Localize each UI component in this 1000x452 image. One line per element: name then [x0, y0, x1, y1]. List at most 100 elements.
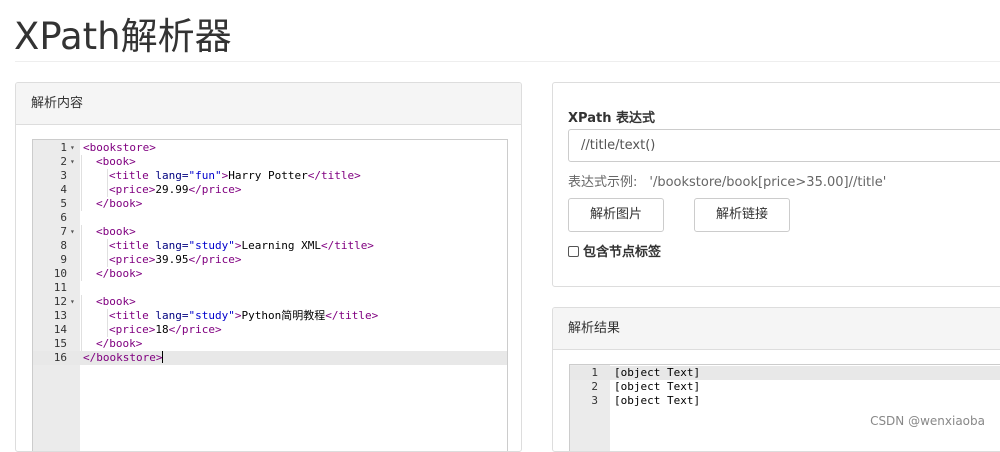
indent-guide — [81, 267, 82, 281]
code-line[interactable]: 8 <title lang="study">Learning XML</title… — [33, 239, 507, 253]
line-number: 16 — [53, 351, 67, 364]
code-token: </title> — [320, 239, 374, 252]
parse-links-button[interactable]: 解析链接 — [694, 198, 790, 232]
xml-code-editor[interactable]: 1 ▾ <bookstore> 2 ▾ <book> 3 <title lang="fun">… — [32, 139, 508, 451]
code-line[interactable]: 7 ▾ <book> — [33, 225, 507, 239]
include-tags-checkbox[interactable] — [568, 246, 579, 257]
line-number: 1 — [591, 366, 598, 379]
code-text: <book> — [96, 155, 136, 169]
code-line[interactable]: 15 </book> — [33, 337, 507, 351]
code-token: lang= — [155, 169, 189, 182]
indent-guide — [107, 253, 108, 267]
line-number: 14 — [53, 323, 67, 336]
code-line[interactable]: 14 <price>18</price> — [33, 323, 507, 337]
result-panel: 解析结果 1 [object Text] 2 [object Text] 3 [objec… — [552, 307, 1000, 452]
code-line[interactable]: 10 </book> — [33, 267, 507, 281]
line-number: 15 — [53, 337, 67, 350]
code-text: <title lang="fun">Harry Potter</title> — [109, 169, 361, 183]
result-line[interactable]: 3 [object Text] — [570, 394, 1000, 408]
result-text: [object Text] — [614, 394, 701, 407]
line-number: 3 — [60, 169, 67, 182]
code-token: </price> — [168, 323, 222, 336]
code-text: <price>29.99</price> — [109, 183, 241, 197]
code-line[interactable]: 3 <title lang="fun">Harry Potter</title> — [33, 169, 507, 183]
line-number: 12 — [53, 295, 67, 308]
title-divider — [15, 61, 1000, 62]
line-number: 6 — [60, 211, 67, 224]
fold-arrow-icon[interactable]: ▾ — [70, 155, 75, 169]
code-line[interactable]: 4 <price>29.99</price> — [33, 183, 507, 197]
line-number: 13 — [53, 309, 67, 322]
indent-guide — [81, 337, 82, 351]
code-text: <title lang="study">Python简明教程</title> — [109, 309, 378, 323]
code-token: 29.99 — [155, 183, 189, 196]
code-token: <book> — [96, 155, 136, 168]
code-token: 39.95 — [155, 253, 189, 266]
include-tags-option[interactable]: 包含节点标签 — [568, 241, 661, 260]
code-line[interactable]: 5 </book> — [33, 197, 507, 211]
code-token: </book> — [96, 197, 143, 210]
indent-guide — [81, 323, 82, 337]
code-token: <price> — [109, 253, 156, 266]
line-number: 2 — [60, 155, 67, 168]
result-text: [object Text] — [614, 380, 701, 393]
indent-guide — [81, 169, 82, 183]
code-token: lang= — [155, 239, 189, 252]
code-text: </bookstore> — [83, 351, 164, 365]
code-line[interactable]: 12 ▾ <book> — [33, 295, 507, 309]
indent-guide — [107, 309, 108, 323]
fold-arrow-icon[interactable]: ▾ — [70, 141, 75, 155]
code-token: </title> — [307, 169, 361, 182]
code-token: Learning XML — [241, 239, 321, 252]
line-number: 11 — [53, 281, 67, 294]
code-token: <title — [109, 169, 156, 182]
code-line[interactable]: 16 </bookstore> — [33, 351, 507, 365]
line-number: 9 — [60, 253, 67, 266]
example-value: '/bookstore/book[price>35.00]//title' — [649, 175, 887, 190]
line-number: 2 — [591, 380, 598, 393]
code-token: </bookstore> — [83, 351, 163, 364]
code-text: <price>18</price> — [109, 323, 222, 337]
result-code-editor[interactable]: 1 [object Text] 2 [object Text] 3 [object Tex… — [569, 364, 1000, 451]
code-token: "study" — [188, 239, 235, 252]
code-token: <book> — [96, 225, 136, 238]
code-line[interactable]: 9 <price>39.95</price> — [33, 253, 507, 267]
code-token: </price> — [188, 183, 242, 196]
code-line[interactable]: 2 ▾ <book> — [33, 155, 507, 169]
result-panel-heading: 解析结果 — [553, 308, 1000, 350]
result-line[interactable]: 1 [object Text] — [570, 366, 1000, 380]
indent-guide — [107, 239, 108, 253]
fold-arrow-icon[interactable]: ▾ — [70, 295, 75, 309]
xpath-expression-input[interactable]: //title/text() — [568, 129, 1000, 162]
code-text: <book> — [96, 295, 136, 309]
result-line[interactable]: 2 [object Text] — [570, 380, 1000, 394]
code-text: <price>39.95</price> — [109, 253, 241, 267]
expression-panel: XPath 表达式 //title/text() 表达式示例: '/booksto… — [552, 82, 1000, 287]
line-number: 10 — [53, 267, 67, 280]
indent-guide — [81, 155, 82, 169]
code-token: </book> — [96, 267, 143, 280]
parse-images-button[interactable]: 解析图片 — [568, 198, 664, 232]
indent-guide — [81, 197, 82, 211]
code-token: <title — [109, 309, 156, 322]
content-panel: 解析内容 1 ▾ <bookstore> 2 ▾ <book> 3 <title lang="… — [15, 82, 522, 452]
code-token: Python简明教程 — [241, 309, 326, 322]
code-line[interactable]: 1 ▾ <bookstore> — [33, 141, 507, 155]
code-line[interactable]: 6 — [33, 211, 507, 225]
line-number: 4 — [60, 183, 67, 196]
result-text: [object Text] — [614, 366, 701, 379]
code-token: "study" — [188, 309, 235, 322]
indent-guide — [81, 183, 82, 197]
code-token: lang= — [155, 309, 189, 322]
code-line[interactable]: 13 <title lang="study">Python简明教程</title> — [33, 309, 507, 323]
code-text: </book> — [96, 337, 142, 351]
code-token: <price> — [109, 323, 156, 336]
code-line[interactable]: 11 — [33, 281, 507, 295]
code-token: <price> — [109, 183, 156, 196]
xpath-expression-label: XPath 表达式 — [568, 111, 655, 126]
code-token: <bookstore> — [83, 141, 156, 154]
indent-guide — [107, 169, 108, 183]
indent-guide — [81, 225, 82, 239]
code-text: <bookstore> — [83, 141, 156, 155]
fold-arrow-icon[interactable]: ▾ — [70, 225, 75, 239]
